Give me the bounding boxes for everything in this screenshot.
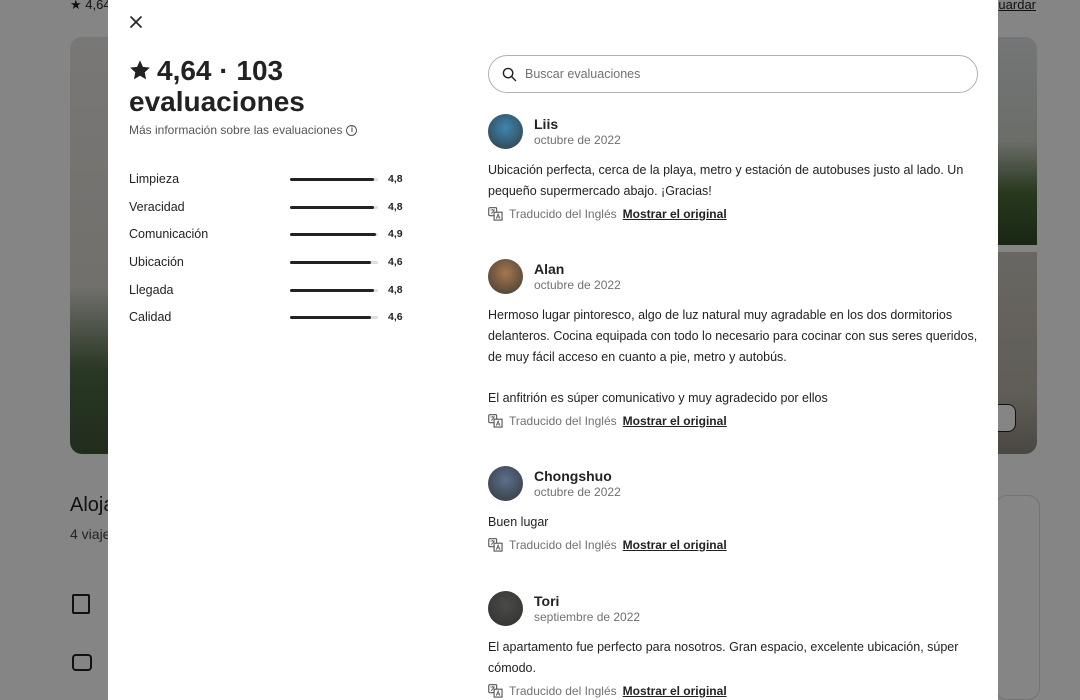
category-bar-fill bbox=[290, 288, 375, 292]
review-header: Liis octubre de 2022 bbox=[488, 114, 978, 149]
search-reviews[interactable] bbox=[488, 55, 978, 93]
review-item: Chongshuo octubre de 2022 Buen lugar Traduc… bbox=[488, 466, 978, 554]
info-icon: i bbox=[346, 124, 358, 136]
category-bar-fill bbox=[290, 177, 375, 181]
category-score: 4,9 bbox=[388, 228, 403, 241]
translation-note: Traducido del Inglés Mostrar el original bbox=[488, 682, 978, 700]
review-date: octubre de 2022 bbox=[534, 132, 621, 147]
translate-icon bbox=[488, 684, 503, 698]
review-meta: Liis octubre de 2022 bbox=[534, 116, 621, 148]
review-meta: Chongshuo octubre de 2022 bbox=[534, 468, 621, 500]
translation-note: Traducido del Inglés Mostrar el original bbox=[488, 536, 978, 554]
reviewer-name: Alan bbox=[534, 260, 565, 277]
category-label: Comunicación bbox=[129, 227, 209, 242]
rating-summary: 4,64 · 103 evaluaciones Más información s… bbox=[129, 55, 409, 137]
more-info-link[interactable]: Más información sobre las evaluaciones i bbox=[129, 123, 409, 137]
review-paragraph: Buen lugar bbox=[488, 515, 549, 529]
translated-label: Traducido del Inglés bbox=[509, 538, 617, 552]
show-original-link[interactable]: Mostrar el original bbox=[623, 538, 727, 552]
review-header: Chongshuo octubre de 2022 bbox=[488, 466, 978, 501]
search-icon bbox=[502, 67, 517, 81]
review-count: 103 bbox=[236, 55, 284, 86]
review-paragraph: Ubicación perfecta, cerca de la playa, m… bbox=[488, 163, 964, 198]
show-original-link[interactable]: Mostrar el original bbox=[623, 414, 727, 428]
category-label: Calidad bbox=[129, 310, 172, 325]
show-original-link[interactable]: Mostrar el original bbox=[623, 684, 727, 698]
review-meta: Tori septiembre de 2022 bbox=[534, 593, 640, 625]
category-bar bbox=[290, 205, 378, 209]
review-text: Hermoso lugar pintoresco, algo de luz na… bbox=[488, 305, 978, 409]
close-button[interactable] bbox=[119, 8, 153, 36]
translation-note: Traducido del Inglés Mostrar el original bbox=[488, 412, 978, 430]
rating-separator: · bbox=[219, 55, 229, 86]
category-score: 4,8 bbox=[388, 283, 403, 296]
review-header: Tori septiembre de 2022 bbox=[488, 591, 978, 626]
category-bar-fill bbox=[290, 260, 371, 264]
category-score: 4,6 bbox=[388, 255, 403, 268]
review-item: Alan octubre de 2022 Hermoso lugar pintore… bbox=[488, 259, 978, 430]
category-label: Llegada bbox=[129, 282, 174, 297]
category-row: Limpieza 4,8 bbox=[129, 165, 409, 193]
category-bar bbox=[290, 177, 378, 181]
review-item: Tori septiembre de 2022 El apartamento fue… bbox=[488, 591, 978, 700]
review-paragraph: Hermoso lugar pintoresco, algo de luz na… bbox=[488, 308, 978, 364]
reviewer-name: Chongshuo bbox=[534, 467, 612, 484]
translate-icon bbox=[488, 538, 503, 552]
category-score: 4,6 bbox=[388, 311, 403, 324]
category-row: Veracidad 4,8 bbox=[129, 193, 409, 221]
category-row: Ubicación 4,6 bbox=[129, 248, 409, 276]
category-bar bbox=[290, 260, 378, 264]
review-meta: Alan octubre de 2022 bbox=[534, 261, 621, 293]
review-date: septiembre de 2022 bbox=[534, 609, 641, 624]
category-bar bbox=[290, 288, 378, 292]
review-date: octubre de 2022 bbox=[534, 277, 621, 292]
category-label: Veracidad bbox=[129, 199, 185, 214]
category-row: Comunicación 4,9 bbox=[129, 220, 409, 248]
avatar[interactable] bbox=[488, 591, 523, 626]
category-row: Calidad 4,6 bbox=[129, 303, 409, 331]
category-score: 4,8 bbox=[388, 172, 403, 185]
translated-label: Traducido del Inglés bbox=[509, 207, 617, 221]
category-bar bbox=[290, 316, 378, 320]
category-bar-fill bbox=[290, 205, 375, 209]
translate-icon bbox=[488, 207, 503, 221]
close-icon bbox=[130, 16, 142, 28]
translation-note: Traducido del Inglés Mostrar el original bbox=[488, 205, 978, 223]
category-ratings: Limpieza 4,8 Veracidad 4,8 Comunicación 4,9 Ub… bbox=[129, 165, 409, 331]
review-text: Buen lugar bbox=[488, 512, 978, 533]
avatar[interactable] bbox=[488, 114, 523, 149]
review-paragraph: El apartamento fue perfecto para nosotro… bbox=[488, 640, 959, 675]
more-info-label: Más información sobre las evaluaciones bbox=[129, 123, 343, 137]
review-paragraph: El anfitrión es súper comunicativo y muy… bbox=[488, 391, 828, 405]
overall-rating: 4,64 bbox=[157, 55, 212, 86]
avatar[interactable] bbox=[488, 259, 523, 294]
translated-label: Traducido del Inglés bbox=[509, 684, 617, 698]
review-date: octubre de 2022 bbox=[534, 484, 621, 499]
avatar[interactable] bbox=[488, 466, 523, 501]
reviewer-name: Tori bbox=[534, 592, 560, 609]
review-count-label: evaluaciones bbox=[129, 86, 305, 117]
review-header: Alan octubre de 2022 bbox=[488, 259, 978, 294]
show-original-link[interactable]: Mostrar el original bbox=[623, 207, 727, 221]
reviewer-name: Liis bbox=[534, 115, 559, 132]
category-bar bbox=[290, 233, 378, 237]
category-score: 4,8 bbox=[388, 200, 403, 213]
category-row: Llegada 4,8 bbox=[129, 276, 409, 304]
translate-icon bbox=[488, 414, 503, 428]
rating-heading: 4,64 · 103 evaluaciones bbox=[129, 55, 409, 117]
category-bar-fill bbox=[290, 233, 377, 237]
review-item: Liis octubre de 2022 Ubicación perfecta, c… bbox=[488, 114, 978, 223]
category-bar-fill bbox=[290, 316, 371, 320]
review-text: Ubicación perfecta, cerca de la playa, m… bbox=[488, 160, 978, 202]
translated-label: Traducido del Inglés bbox=[509, 414, 617, 428]
star-icon bbox=[130, 60, 150, 80]
category-label: Limpieza bbox=[129, 171, 180, 186]
search-input[interactable] bbox=[525, 67, 945, 81]
review-text: El apartamento fue perfecto para nosotro… bbox=[488, 637, 978, 679]
category-label: Ubicación bbox=[129, 254, 184, 269]
